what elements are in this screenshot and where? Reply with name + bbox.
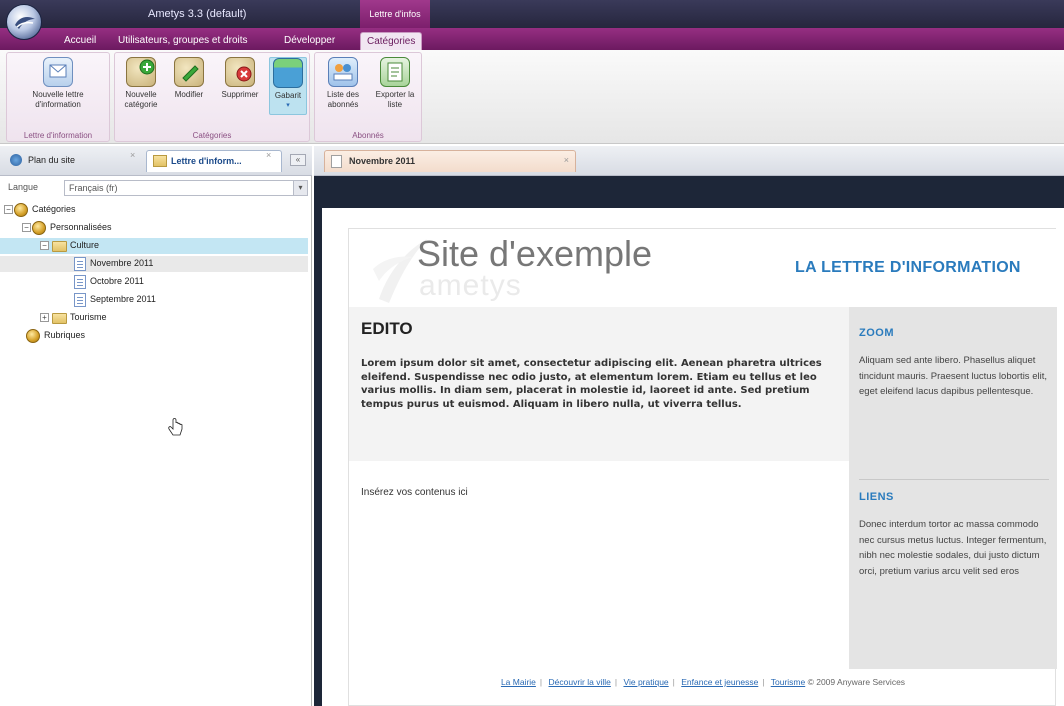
newsletter-preview: Site d'exemple ametys LA LETTRE D'INFORM…	[348, 228, 1057, 706]
edito-section: EDITO Lorem ipsum dolor sit amet, consec…	[349, 307, 849, 461]
category-icon	[14, 203, 28, 217]
group-categories: Nouvelle catégorie Modifier Supprimer Ga…	[114, 52, 310, 142]
add-category-icon	[126, 57, 156, 87]
links-text: Donec interdum tortor ac massa commodo n…	[859, 519, 1047, 577]
chevron-down-icon[interactable]: ▾	[293, 181, 307, 195]
new-newsletter-button[interactable]: Nouvelle lettre d'information	[11, 57, 105, 110]
links-title: LIENS	[859, 491, 894, 503]
collapse-icon[interactable]: −	[4, 205, 13, 214]
app-title: Ametys 3.3 (default)	[148, 8, 247, 20]
left-panel-tabs: Plan du site × Lettre d'inform... × «	[0, 146, 312, 176]
tab-categories[interactable]: Catégories	[360, 32, 423, 50]
zoom-text: Aliquam sed ante libero. Phasellus aliqu…	[859, 355, 1047, 397]
delete-category-button[interactable]: Supprimer	[215, 57, 265, 100]
close-sitemap-tab-icon[interactable]: ×	[130, 150, 135, 160]
expand-icon[interactable]: +	[40, 313, 49, 322]
edit-category-button[interactable]: Modifier	[167, 57, 211, 100]
language-select[interactable]: Français (fr) ▾	[64, 180, 308, 196]
tree-node-culture[interactable]: − Culture	[0, 238, 308, 254]
folder-icon	[52, 313, 67, 324]
tab-accueil[interactable]: Accueil	[58, 32, 102, 50]
left-panel: Plan du site × Lettre d'inform... × « La…	[0, 146, 312, 706]
language-label: Langue	[8, 182, 39, 192]
document-icon	[74, 275, 86, 289]
tree-node-rubriques[interactable]: Rubriques	[26, 328, 306, 344]
content-placeholder[interactable]: Insérez vos contenus ici	[361, 487, 468, 498]
chevron-down-icon: ▾	[286, 102, 290, 109]
category-icon	[32, 221, 46, 235]
sidebar-divider	[859, 479, 1049, 480]
tree-node-categories[interactable]: − Catégories	[4, 202, 304, 218]
footer-link-mairie[interactable]: La Mairie	[501, 677, 536, 687]
tree-node-novembre-2011[interactable]: Novembre 2011	[0, 256, 308, 272]
group-label-categories: Catégories	[192, 131, 232, 140]
group-subscribers: Liste des abonnés Exporter la liste Abon…	[314, 52, 422, 142]
content-area: Novembre 2011 × Site d'exemple ametys LA…	[314, 146, 1064, 706]
context-title: Lettre d'infos	[360, 0, 430, 28]
document-icon	[331, 155, 342, 168]
tree-node-septembre-2011[interactable]: Septembre 2011	[0, 292, 308, 308]
tab-newsletter[interactable]: Lettre d'inform...	[146, 150, 282, 172]
footer-link-vie-pratique[interactable]: Vie pratique	[623, 677, 668, 687]
tree-node-personalized[interactable]: − Personnalisées	[22, 220, 302, 236]
export-list-button[interactable]: Exporter la liste	[371, 57, 419, 110]
language-row: Langue Français (fr) ▾	[0, 178, 312, 198]
title-bar: Ametys 3.3 (default) Lettre d'infos	[0, 0, 1064, 28]
site-subtitle: ametys	[419, 269, 522, 302]
footer-link-tourisme[interactable]: Tourisme	[771, 677, 805, 687]
tree-node-tourisme[interactable]: + Tourisme	[0, 310, 308, 326]
tab-developper[interactable]: Développer	[278, 32, 341, 50]
collapse-icon[interactable]: −	[22, 223, 31, 232]
subscribers-list-button[interactable]: Liste des abonnés	[319, 57, 367, 110]
tab-users-groups-rights[interactable]: Utilisateurs, groupes et droits	[112, 32, 254, 50]
footer-link-enfance[interactable]: Enfance et jeunesse	[681, 677, 758, 687]
tree-node-octobre-2011[interactable]: Octobre 2011	[0, 274, 308, 290]
document-icon	[74, 293, 86, 307]
template-button[interactable]: Gabarit ▾	[269, 57, 307, 115]
zoom-title: ZOOM	[859, 327, 894, 339]
export-icon	[380, 57, 410, 87]
tab-novembre-2011[interactable]: Novembre 2011 ×	[324, 150, 576, 172]
template-icon	[273, 58, 303, 88]
sitemap-icon	[10, 154, 22, 166]
newsletter-folder-icon	[153, 155, 167, 167]
delete-icon	[225, 57, 255, 87]
category-icon	[26, 329, 40, 343]
edit-icon	[174, 57, 204, 87]
ribbon-tab-bar: Accueil Utilisateurs, groupes et droits …	[0, 28, 1064, 50]
collapse-icon[interactable]: −	[40, 241, 49, 250]
close-icon[interactable]: ×	[564, 155, 569, 165]
collapse-panel-icon[interactable]: «	[290, 154, 306, 166]
newsletter-sidebar: ZOOM Aliquam sed ante libero. Phasellus …	[849, 307, 1057, 669]
document-tab-bar: Novembre 2011 ×	[314, 146, 1064, 176]
group-newsletter: Nouvelle lettre d'information Lettre d'i…	[6, 52, 110, 142]
newsletter-banner: LA LETTRE D'INFORMATION	[795, 259, 1021, 276]
new-category-button[interactable]: Nouvelle catégorie	[119, 57, 163, 110]
footer-link-decouvrir[interactable]: Découvrir la ville	[549, 677, 611, 687]
group-label-subscribers: Abonnés	[352, 131, 384, 140]
newsletter-footer: La Mairie | Découvrir la ville | Vie prati…	[500, 677, 906, 687]
new-letter-icon	[43, 57, 73, 87]
ribbon: Nouvelle lettre d'information Lettre d'i…	[0, 50, 1064, 144]
newsletter-preview-frame: Site d'exemple ametys LA LETTRE D'INFORM…	[322, 208, 1064, 706]
edito-title: EDITO	[361, 319, 413, 338]
newsletter-header: Site d'exemple ametys LA LETTRE D'INFORM…	[349, 229, 1057, 307]
edito-text: Lorem ipsum dolor sit amet, consectetur …	[361, 358, 822, 410]
tab-site-map[interactable]: Plan du site	[4, 150, 134, 172]
hand-cursor-icon	[168, 418, 183, 436]
document-icon	[74, 257, 86, 271]
subscribers-icon	[328, 57, 358, 87]
app-logo-icon[interactable]	[6, 4, 42, 40]
folder-icon	[52, 241, 67, 252]
group-label-newsletter: Lettre d'information	[23, 131, 93, 140]
close-newsletter-tab-icon[interactable]: ×	[266, 150, 271, 160]
footer-copyright: © 2009 Anyware Services	[807, 677, 906, 687]
